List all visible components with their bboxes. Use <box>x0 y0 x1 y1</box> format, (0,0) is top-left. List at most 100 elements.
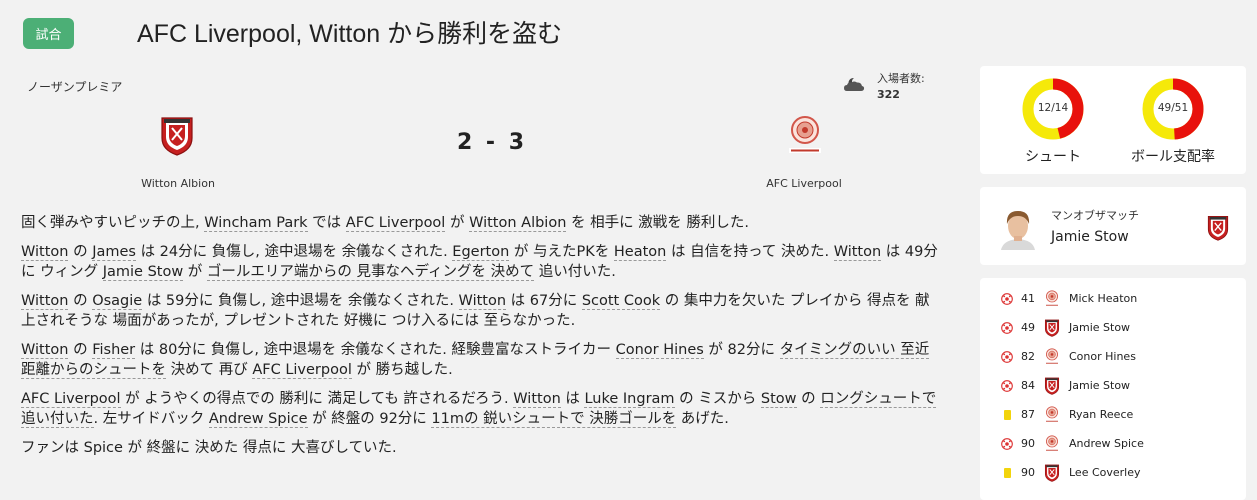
event-minute: 84 <box>1021 379 1035 392</box>
league-name[interactable]: ノーザンプレミア <box>27 78 122 95</box>
event-minute: 90 <box>1021 437 1035 450</box>
report-paragraph: AFC Liverpool が ようやくの得点での 勝利に 満足しても 許される… <box>21 389 941 429</box>
report-link[interactable]: ゴールエリア端からの 見事なヘディングを 決めて <box>206 264 535 281</box>
report-paragraph: Witton の James は 24分に 負傷し, 途中退場を 余儀なくされた… <box>21 242 941 282</box>
match-score: 2 - 3 <box>456 130 528 155</box>
report-link[interactable]: Luke Ingram <box>584 391 675 408</box>
report-link[interactable]: AFC Liverpool <box>252 362 352 379</box>
motm-player-name[interactable]: Jamie Stow <box>1051 229 1129 245</box>
report-text: は <box>560 391 585 407</box>
event-row[interactable]: 90 Lee Coverley <box>980 458 1246 487</box>
report-text: の <box>68 293 93 309</box>
event-player[interactable]: Lee Coverley <box>1069 466 1141 479</box>
home-team-crest <box>1207 214 1229 242</box>
report-text: が <box>445 215 470 231</box>
report-text: 固く弾みやすいピッチの上, <box>21 215 205 231</box>
report-link[interactable]: Heaton <box>613 244 667 261</box>
report-link[interactable]: AFC Liverpool <box>21 391 121 408</box>
goal-icon <box>1001 322 1013 334</box>
shots-label: シュート <box>1025 149 1081 165</box>
report-link[interactable]: Witton <box>513 391 561 408</box>
report-link[interactable]: Stow <box>760 391 797 408</box>
page-title: AFC Liverpool, Witton から勝利を盗む <box>137 20 563 48</box>
report-text: が 終盤の 92分に <box>307 411 432 427</box>
away-team-crest <box>1044 348 1060 366</box>
goal-icon <box>1001 293 1013 305</box>
report-text: は 67分に <box>506 293 582 309</box>
away-team-crest <box>1044 406 1060 424</box>
report-link[interactable]: 11mの 鋭いシュートで 決勝ゴールを <box>431 411 677 428</box>
man-of-the-match-card[interactable]: マンオブザマッチ Jamie Stow <box>980 187 1246 265</box>
event-row[interactable]: 84 Jamie Stow <box>980 371 1246 400</box>
event-player[interactable]: Jamie Stow <box>1069 379 1130 392</box>
event-row[interactable]: 41 Mick Heaton <box>980 284 1246 313</box>
report-text: あげた. <box>676 411 729 427</box>
report-link[interactable]: Witton <box>21 244 69 261</box>
event-minute: 41 <box>1021 292 1035 305</box>
report-link[interactable]: James <box>92 244 136 261</box>
report-link[interactable]: Jamie Stow <box>102 264 184 281</box>
event-player[interactable]: Jamie Stow <box>1069 321 1130 334</box>
report-paragraph: 固く弾みやすいピッチの上, Wincham Park では AFC Liverp… <box>21 213 941 233</box>
home-team-crest <box>1044 377 1060 395</box>
report-text: が ようやくの得点での 勝利に 満足しても 許されるだろう. <box>120 391 514 407</box>
report-link[interactable]: Scott Cook <box>581 293 661 310</box>
away-team-name[interactable]: AFC Liverpool <box>744 177 864 190</box>
report-link[interactable]: Fisher <box>92 342 136 359</box>
report-text: が 与えたPKを <box>509 244 614 260</box>
report-text: ファンは <box>21 440 84 456</box>
report-text: の <box>68 244 93 260</box>
home-team-crest[interactable] <box>160 116 194 156</box>
event-row[interactable]: 82 Conor Hines <box>980 342 1246 371</box>
report-link[interactable]: Conor Hines <box>615 342 704 359</box>
report-link[interactable]: Osagie <box>92 293 143 310</box>
match-events-card: 41 Mick Heaton 49 Jamie Stow 82 Conor Hines 84… <box>980 278 1246 500</box>
home-team-crest <box>1044 319 1060 337</box>
report-link[interactable]: Witton Albion <box>469 215 567 232</box>
report-link[interactable]: Witton <box>833 244 882 261</box>
report-text: . 左サイドバック <box>93 411 209 427</box>
event-player[interactable]: Conor Hines <box>1069 350 1136 363</box>
report-text: は 59分に 負傷し, 途中退場を 余儀なくされた. <box>142 293 459 309</box>
motm-label: マンオブザマッチ <box>1051 209 1139 222</box>
report-link[interactable]: AFC Liverpool <box>345 215 446 232</box>
yellow-card-icon <box>1004 467 1011 478</box>
event-minute: 87 <box>1021 408 1035 421</box>
report-link[interactable]: Egerton <box>452 244 510 261</box>
report-paragraph: Witton の Fisher は 80分に 負傷し, 途中退場を 余儀なくされ… <box>21 340 941 380</box>
match-report: 固く弾みやすいピッチの上, Wincham Park では AFC Liverp… <box>21 213 941 467</box>
goal-icon <box>1001 351 1013 363</box>
report-link[interactable]: Witton <box>21 342 69 359</box>
report-text: では <box>307 215 346 231</box>
yellow-card-icon <box>1004 409 1011 420</box>
event-minute: 49 <box>1021 321 1035 334</box>
report-link[interactable]: Witton <box>21 293 69 310</box>
event-row[interactable]: 49 Jamie Stow <box>980 313 1246 342</box>
player-photo <box>995 204 1041 250</box>
report-paragraph: Witton の Osagie は 59分に 負傷し, 途中退場を 余儀なくされ… <box>21 291 941 331</box>
report-text: Spice <box>83 440 123 456</box>
attendance-value: 322 <box>877 88 900 101</box>
match-badge: 試合 <box>23 18 74 49</box>
attendance-label: 入場者数: <box>877 72 925 85</box>
report-text: は 24分に 負傷し, 途中退場を 余儀なくされた. <box>135 244 453 260</box>
event-player[interactable]: Mick Heaton <box>1069 292 1137 305</box>
report-link[interactable]: Witton <box>458 293 507 310</box>
event-row[interactable]: 87 Ryan Reece <box>980 400 1246 429</box>
away-team-crest <box>1044 435 1060 453</box>
report-text: が 終盤に 決めた 得点に 大喜びしていた. <box>122 440 397 456</box>
home-team-name[interactable]: Witton Albion <box>118 177 238 190</box>
report-link[interactable]: Wincham Park <box>204 215 308 232</box>
report-text: の <box>796 391 821 407</box>
home-team-crest <box>1044 464 1060 482</box>
report-link[interactable]: Andrew Spice <box>208 411 308 428</box>
shots-value: 12/14 <box>1037 102 1069 114</box>
report-text: 追い付いた. <box>534 264 616 280</box>
event-player[interactable]: Ryan Reece <box>1069 408 1133 421</box>
away-team-crest[interactable] <box>787 115 823 157</box>
cloudy-night-icon <box>844 77 865 91</box>
event-player[interactable]: Andrew Spice <box>1069 437 1144 450</box>
possession-value: 49/51 <box>1157 102 1189 114</box>
report-text: の <box>68 342 93 358</box>
event-row[interactable]: 90 Andrew Spice <box>980 429 1246 458</box>
